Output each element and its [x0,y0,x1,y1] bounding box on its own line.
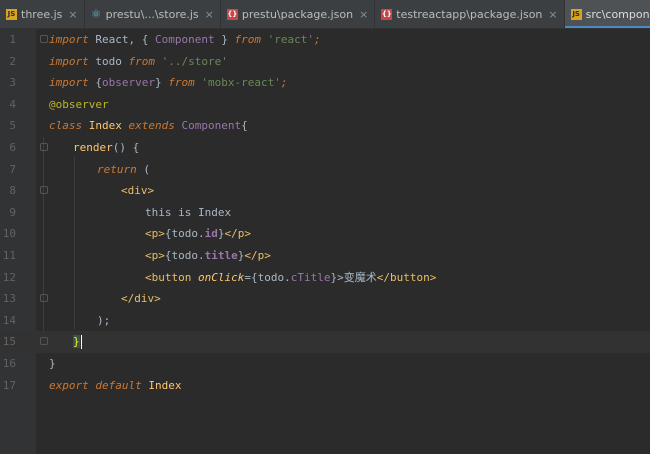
line-number: 11 [2,249,16,262]
line-number: 3 [9,76,16,90]
line-number: 9 [9,205,16,219]
code-text: import {observer} from 'mobx-react'; [49,76,288,90]
code-line: 3 import {observer} from 'mobx-react'; [0,72,650,94]
tab-label: src\component\index.js [585,7,650,21]
line-number: 8 [9,184,16,198]
line-number: 1 [9,33,16,46]
code-line: 10 <p>{todo.id}</p> [0,223,650,245]
code-line: 11 <p>{todo.title}</p> [0,245,650,267]
line-number: 7 [9,162,16,176]
line-number: 5 [9,119,16,133]
code-text: ); [97,313,111,327]
code-text: } [73,335,82,350]
js-file-icon: JS [570,8,582,20]
code-line: 13 </div> [0,288,650,310]
json-file-icon: {} [226,8,238,20]
code-text: <button onClick={todo.cTitle}>变魔术</butto… [145,270,437,284]
fold-marker-icon[interactable] [40,186,48,195]
code-text: export default Index [49,378,182,392]
code-line: 9 this is Index [0,202,650,224]
tab-three-js[interactable]: JS three.js × [0,0,85,28]
editor-tab-bar: JS three.js × ⚛ prestu\...\store.js × {}… [0,0,650,29]
code-text: render() { [73,141,140,154]
tab-prestu-package-json[interactable]: {} prestu\package.json × [221,0,376,28]
fold-marker-icon[interactable] [40,294,48,303]
tab-label: three.js [21,7,63,21]
code-text: import React, { Component } from 'react'… [49,33,321,46]
code-editor[interactable]: 1 import React, { Component } from 'reac… [0,29,650,454]
code-line: 7 return ( [0,159,650,181]
line-number: 10 [2,227,16,241]
code-line: 16 } [0,353,650,375]
line-number: 17 [2,378,16,392]
line-number: 4 [9,97,16,111]
code-line-current: 15 } [0,331,650,353]
text-caret [80,335,82,350]
json-file-icon: {} [381,8,393,20]
code-line: 5 class Index extends Component{ [0,115,650,137]
close-icon[interactable]: × [359,8,368,21]
code-line: 8 <div> [0,180,650,202]
tab-testreactapp-package-json[interactable]: {} testreactapp\package.json × [375,0,565,28]
code-line: 12 <button onClick={todo.cTitle}>变魔术</bu… [0,267,650,289]
tab-label: testreactapp\package.json [396,7,543,21]
code-line: 17 export default Index [0,375,650,397]
code-text: import todo from '../store' [49,54,228,68]
fold-marker-icon[interactable] [40,337,48,346]
code-line: 1 import React, { Component } from 'reac… [0,29,650,51]
code-line: 4 @observer [0,94,650,116]
close-icon[interactable]: × [205,8,214,21]
code-text: class Index extends Component{ [49,119,248,133]
close-icon[interactable]: × [548,8,557,21]
code-text: <p>{todo.id}</p> [145,227,251,241]
code-text: </div> [121,292,161,306]
tab-index-js[interactable]: JS src\component\index.js × [564,0,650,28]
code-line: 2 import todo from '../store' [0,51,650,73]
tab-store-js[interactable]: ⚛ prestu\...\store.js × [85,0,221,28]
line-number: 2 [9,54,16,68]
code-text: @observer [49,97,109,111]
code-text: return ( [97,162,150,176]
line-number: 15 [2,335,16,349]
line-number: 16 [2,357,16,370]
line-number: 14 [2,313,16,327]
js-file-icon: JS [6,8,17,20]
fold-marker-icon[interactable] [40,35,48,43]
code-text: <div> [121,184,155,198]
code-text: } [49,357,56,370]
line-number: 6 [9,141,16,154]
code-text: <p>{todo.title}</p> [145,249,271,262]
fold-marker-icon[interactable] [40,143,48,151]
tab-label: prestu\...\store.js [105,7,199,21]
code-line: 14 ); [0,310,650,332]
tab-label: prestu\package.json [241,7,354,21]
line-number: 13 [2,292,16,306]
code-text: this is Index [145,205,232,219]
close-icon[interactable]: × [68,8,77,21]
line-number: 12 [2,270,16,284]
code-line: 6 render() { [0,137,650,159]
react-file-icon: ⚛ [90,7,102,21]
